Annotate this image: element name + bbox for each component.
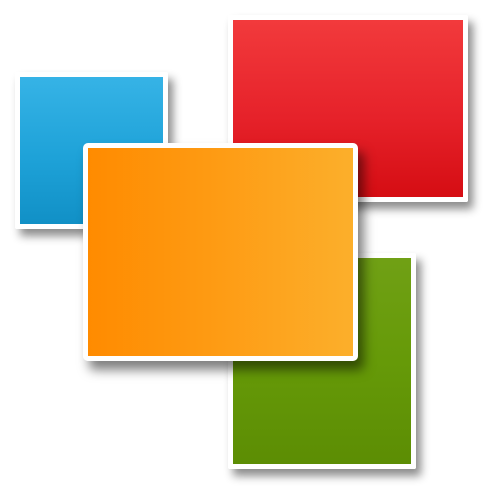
icon-canvas: [0, 0, 500, 500]
orange-tile: [83, 143, 358, 361]
